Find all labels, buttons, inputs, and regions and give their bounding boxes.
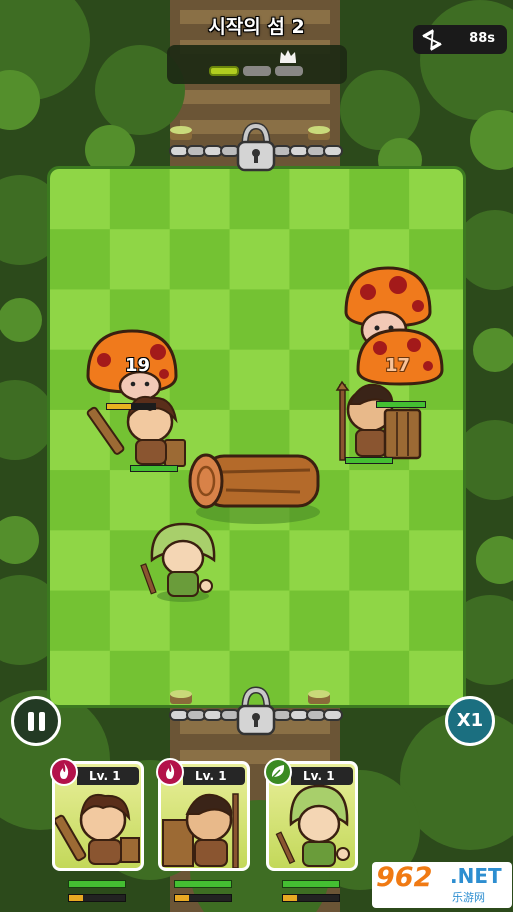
card-hp-bar xyxy=(282,880,340,888)
card-xp-bar xyxy=(68,894,126,902)
enemy-hp-fill-right xyxy=(377,402,425,407)
card-xp-bar xyxy=(174,894,232,902)
sword-warrior-portrait xyxy=(55,794,140,865)
card-level-label: Lv. 1 xyxy=(183,767,245,785)
card-hp-bar xyxy=(174,880,232,888)
card-xp-bar xyxy=(282,894,340,902)
enemy-hp-fill-left xyxy=(107,404,131,409)
hero-card-sword[interactable]: Lv. 1 xyxy=(50,758,154,908)
hooded-ranger-portrait xyxy=(275,784,350,867)
spear-warrior-portrait xyxy=(162,793,239,868)
hooded-ranger-unit[interactable] xyxy=(140,522,216,602)
hero-card-ranger[interactable]: Lv. 1 xyxy=(264,758,368,908)
log-obstacle xyxy=(188,453,320,524)
watermark-logo: 962 .NET 乐游网 xyxy=(372,862,512,908)
hero-card-spear[interactable]: Lv. 1 xyxy=(156,758,260,908)
spear-warrior-unit[interactable] xyxy=(335,380,422,461)
pause-button[interactable] xyxy=(11,696,61,746)
fire-element-icon xyxy=(50,758,78,786)
damage-number-left: 19 xyxy=(125,355,151,376)
card-level-label: Lv. 1 xyxy=(291,767,353,785)
leaf-element-icon xyxy=(264,758,292,786)
speed-button[interactable]: X1 xyxy=(445,696,495,746)
card-level-label: Lv. 1 xyxy=(77,767,139,785)
ally-hp-fill-sword xyxy=(131,466,177,471)
fire-element-icon xyxy=(156,758,184,786)
ally-hp-fill-spear xyxy=(346,458,392,463)
damage-number-right: 17 xyxy=(385,355,411,376)
card-hp-bar xyxy=(68,880,126,888)
